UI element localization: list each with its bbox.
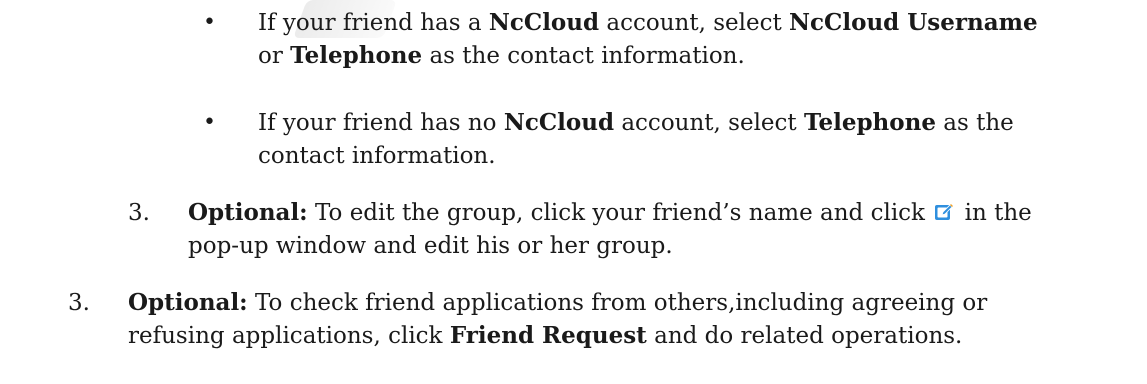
step-number: 3. <box>128 200 150 226</box>
text: and do related operations. <box>646 323 963 349</box>
document-page: • If your friend has a NcCloud account, … <box>0 0 1147 384</box>
sub-bullet-2-line-2: contact information. <box>258 141 496 171</box>
step-number: 3. <box>68 290 90 316</box>
step-3-inner-line-2: pop-up window and edit his or her group. <box>188 231 673 261</box>
step-3-inner-line-1: Optional: To edit the group, click your … <box>188 198 1032 228</box>
step-3-outer-line-2: refusing applications, click Friend Requ… <box>128 321 962 351</box>
text: refusing applications, click <box>128 323 450 349</box>
text: account, select <box>599 10 790 36</box>
step-3-outer-line-1: Optional: To check friend applications f… <box>128 288 987 318</box>
sub-bullet-1-line-2: or Telephone as the contact information. <box>258 41 745 71</box>
text: as the <box>935 110 1014 136</box>
bold-term: NcCloud <box>488 9 600 36</box>
text: If your friend has a <box>258 10 489 36</box>
step-label: Optional: <box>128 289 248 316</box>
text: as the contact information. <box>422 43 745 69</box>
step-label: Optional: <box>188 199 308 226</box>
bullet-marker: • <box>203 110 216 135</box>
sub-bullet-1-line-1: If your friend has a NcCloud account, se… <box>258 8 1038 38</box>
bold-term: Telephone <box>803 109 936 136</box>
bold-term: Telephone <box>290 42 423 69</box>
text: To edit the group, click your friend’s n… <box>307 200 933 226</box>
text: account, select <box>614 110 804 136</box>
bold-term: NcCloud <box>503 109 615 136</box>
text: If your friend has no <box>258 110 504 136</box>
text: or <box>258 43 291 69</box>
edit-icon <box>934 200 954 220</box>
sub-bullet-2-line-1: If your friend has no NcCloud account, s… <box>258 108 1014 138</box>
text: pop-up window and edit his or her group. <box>188 233 673 259</box>
text: contact information. <box>258 143 496 169</box>
bullet-marker: • <box>203 10 216 35</box>
text: To check friend applications from others… <box>247 290 988 316</box>
text: in the <box>957 200 1032 226</box>
bold-term: NcCloud Username <box>789 9 1038 36</box>
bold-term: Friend Request <box>449 322 647 349</box>
